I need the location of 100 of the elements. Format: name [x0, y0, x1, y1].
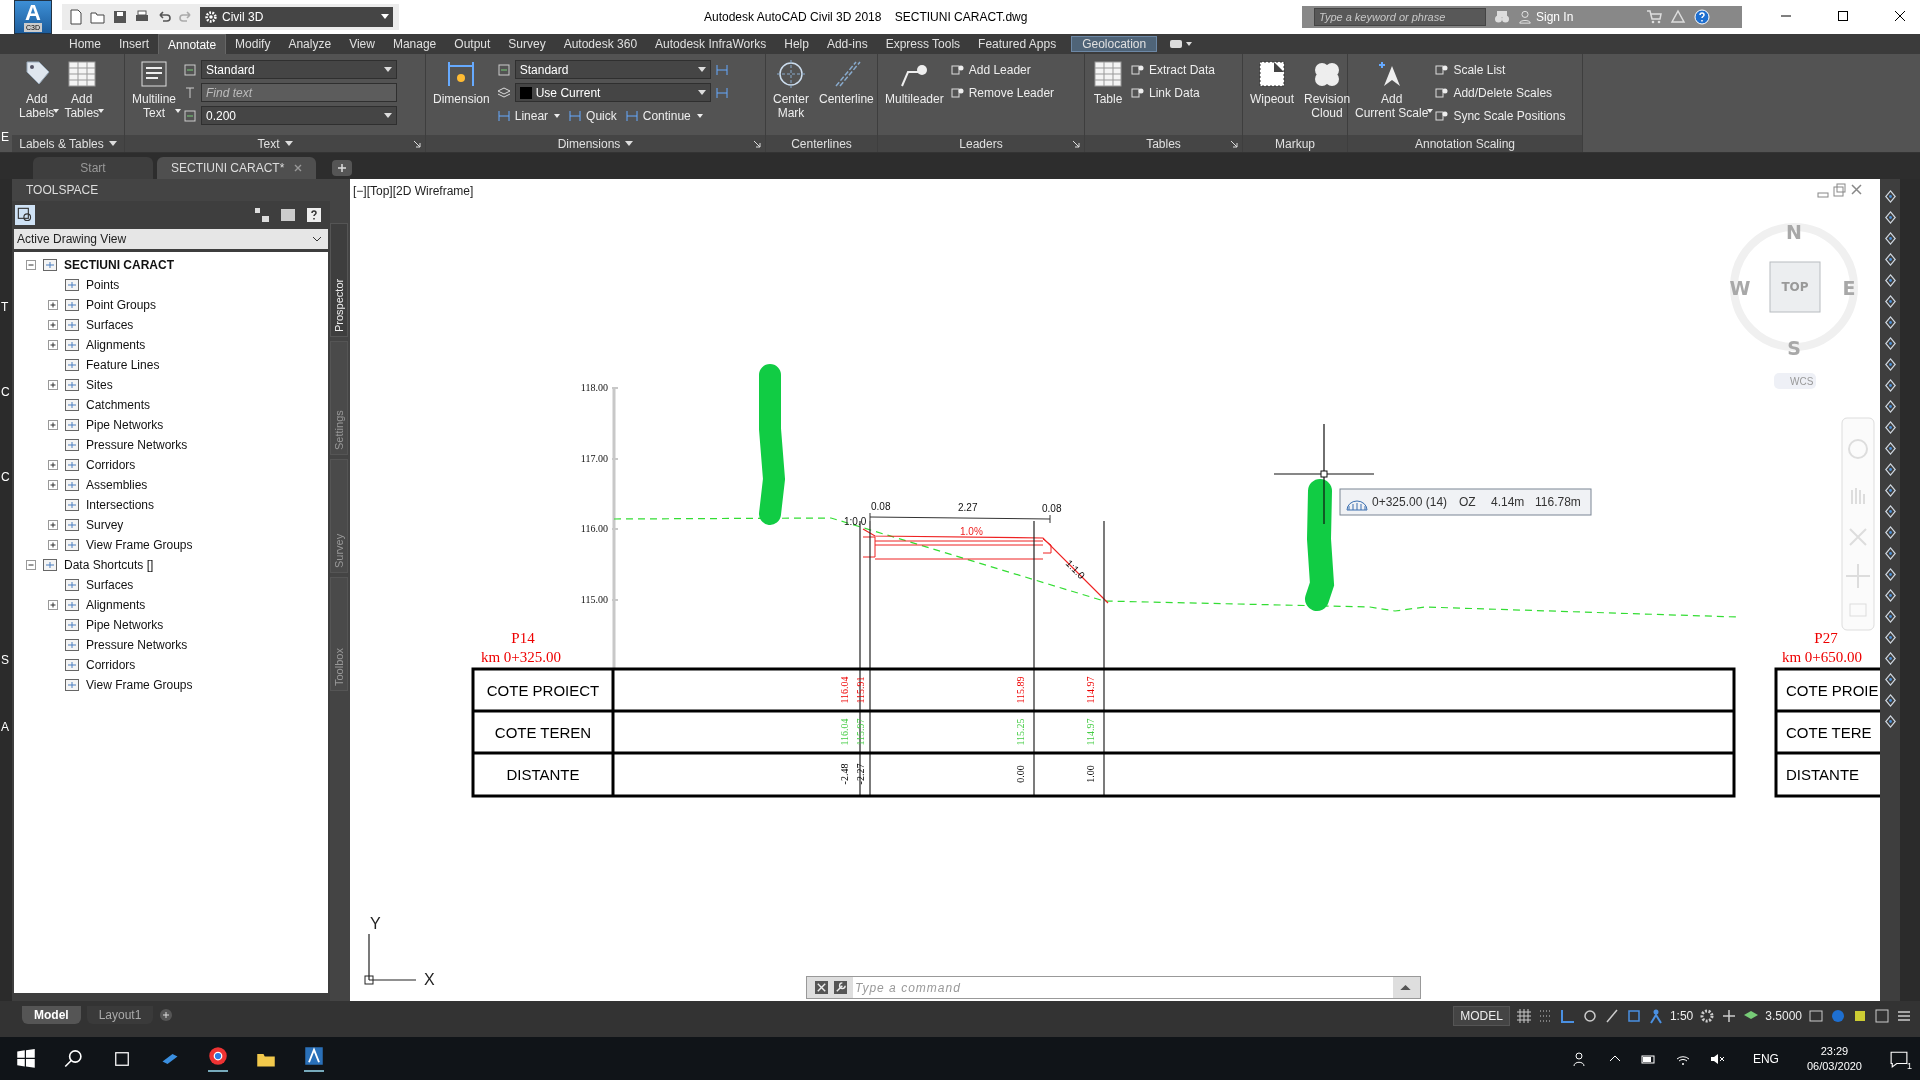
- ribbon-tab[interactable]: Manage: [383, 34, 446, 54]
- viewport-close-icon[interactable]: [1851, 184, 1862, 195]
- cogo-tool-icon[interactable]: [1882, 231, 1898, 246]
- ribbon-button[interactable]: Centerline: [816, 58, 877, 135]
- expand-toggle-icon[interactable]: [48, 540, 58, 550]
- cogo-tool-icon[interactable]: [1882, 441, 1898, 456]
- grid-icon[interactable]: [1515, 1008, 1532, 1024]
- ribbon-button[interactable]: Dimension: [430, 58, 493, 135]
- cogo-tool-icon[interactable]: [1882, 399, 1898, 414]
- style-dropdown[interactable]: Standard: [201, 60, 397, 79]
- ribbon-tool-button[interactable]: Link Data: [1131, 83, 1216, 102]
- annotation-scale[interactable]: 1:50: [1669, 1009, 1694, 1023]
- open-folder-icon[interactable]: [90, 9, 106, 25]
- sign-in-button[interactable]: Sign In: [1518, 10, 1638, 24]
- cogo-tool-icon[interactable]: [1882, 567, 1898, 582]
- ribbon-tab[interactable]: Home: [60, 34, 110, 54]
- document-tab[interactable]: Start: [33, 157, 153, 179]
- layer-dropdown[interactable]: Use Current: [514, 83, 711, 102]
- menu-icon[interactable]: [1896, 1008, 1912, 1024]
- undo-icon[interactable]: [156, 9, 172, 25]
- magnifier-icon[interactable]: [15, 205, 35, 225]
- ribbon-tool-button[interactable]: Add/Delete Scales: [1435, 83, 1566, 102]
- cogo-tool-icon[interactable]: [1882, 651, 1898, 666]
- ribbon-tool-button[interactable]: Scale List: [1435, 60, 1566, 79]
- ribbon-button[interactable]: Center Mark: [770, 58, 813, 135]
- cogo-tool-icon[interactable]: [1882, 630, 1898, 645]
- cogo-tool-icon[interactable]: [1882, 252, 1898, 267]
- panel-title[interactable]: Annotation Scaling: [1414, 136, 1516, 151]
- layout-tab[interactable]: Layout1: [86, 1006, 154, 1024]
- speaker-muted-icon[interactable]: [1708, 1051, 1725, 1067]
- ribbon-tab[interactable]: View: [340, 34, 384, 54]
- expand-toggle-icon[interactable]: [48, 420, 58, 430]
- cogo-tool-icon[interactable]: [1882, 672, 1898, 687]
- ribbon-tool-button[interactable]: Add Leader: [950, 60, 1055, 79]
- ribbon-tab[interactable]: Analyze: [279, 34, 341, 54]
- ribbon-tab[interactable]: Autodesk InfraWorks: [646, 34, 776, 54]
- new-tab-icon[interactable]: [332, 160, 353, 176]
- panel-title[interactable]: Dimensions: [557, 136, 621, 151]
- save-icon[interactable]: [112, 9, 128, 25]
- find-text-field[interactable]: Find text: [201, 83, 397, 102]
- isolate-icon[interactable]: [1830, 1008, 1846, 1024]
- angle-icon[interactable]: [1559, 1008, 1576, 1024]
- ribbon-button[interactable]: Add Labels: [16, 58, 58, 135]
- view-dropdown[interactable]: Active Drawing View: [14, 229, 328, 249]
- workspace-dropdown[interactable]: Civil 3D: [200, 7, 393, 27]
- panel-title[interactable]: Tables: [1146, 136, 1181, 151]
- cogo-tool-icon[interactable]: [1882, 714, 1898, 729]
- cogo-tool-icon[interactable]: [1882, 189, 1898, 204]
- viewport-label[interactable]: [−][Top][2D Wireframe]: [353, 184, 474, 198]
- ribbon-tool-button[interactable]: Continue: [624, 106, 703, 125]
- panel-title[interactable]: Centerlines: [791, 136, 852, 151]
- expand-toggle-icon[interactable]: [48, 600, 58, 610]
- tree-item[interactable]: Survey: [86, 518, 124, 532]
- gear-icon[interactable]: [1699, 1008, 1716, 1024]
- tree-item[interactable]: Point Groups: [86, 298, 157, 312]
- ribbon-tab[interactable]: Add-ins: [817, 34, 877, 54]
- ribbon-tab[interactable]: Survey: [499, 34, 555, 54]
- cogo-tool-icon[interactable]: [1882, 315, 1898, 330]
- ribbon-button[interactable]: Wipeout: [1247, 58, 1298, 135]
- cogo-tool-icon[interactable]: [1882, 546, 1898, 561]
- tree-item[interactable]: View Frame Groups: [86, 538, 193, 552]
- close-icon[interactable]: [815, 981, 828, 994]
- notification-button[interactable]: 1: [1890, 1049, 1912, 1069]
- fullscreen-icon[interactable]: [1874, 1008, 1890, 1024]
- ribbon-tab[interactable]: Modify: [226, 34, 280, 54]
- tree-item[interactable]: Feature Lines: [86, 358, 160, 372]
- wrench-icon[interactable]: [834, 981, 847, 994]
- ribbon-tab[interactable]: Annotate: [158, 34, 227, 54]
- expand-toggle-icon[interactable]: [48, 480, 58, 490]
- expand-toggle-icon[interactable]: [48, 340, 58, 350]
- ribbon-tool-button[interactable]: Sync Scale Positions: [1435, 106, 1566, 125]
- cogo-tool-icon[interactable]: [1882, 273, 1898, 288]
- cogo-tool-icon[interactable]: [1882, 462, 1898, 477]
- tree-item[interactable]: Surfaces: [86, 318, 134, 332]
- ribbon-tool-button[interactable]: Remove Leader: [950, 83, 1055, 102]
- cogo-tool-icon[interactable]: [1882, 420, 1898, 435]
- cogo-tool-icon[interactable]: [1882, 483, 1898, 498]
- tree-item[interactable]: Corridors: [86, 658, 136, 672]
- tree-item[interactable]: Alignments: [86, 338, 146, 352]
- clock[interactable]: 23:29 06/03/2020: [1806, 1044, 1862, 1074]
- tree-item[interactable]: SECTIUNI CARACT: [64, 258, 174, 272]
- tree-item[interactable]: Catchments: [86, 398, 151, 412]
- model-space-button[interactable]: MODEL: [1453, 1006, 1510, 1026]
- list-icon[interactable]: [280, 207, 296, 223]
- window-icon[interactable]: [1808, 1008, 1824, 1024]
- person-icon[interactable]: [1647, 1008, 1664, 1024]
- caret-icon[interactable]: [284, 141, 293, 146]
- ribbon-tab[interactable]: Output: [445, 34, 500, 54]
- windows-start-icon[interactable]: [16, 1049, 36, 1069]
- polar-icon[interactable]: [1581, 1008, 1598, 1024]
- close-icon[interactable]: [1894, 10, 1906, 22]
- ribbon-tab[interactable]: Geolocation: [1071, 36, 1158, 52]
- hardware-icon[interactable]: [1852, 1008, 1868, 1024]
- caret-icon[interactable]: [625, 141, 634, 146]
- tree-item[interactable]: Sites: [86, 378, 113, 392]
- cogo-tool-icon[interactable]: [1882, 525, 1898, 540]
- ribbon-tab[interactable]: Featured Apps: [969, 34, 1066, 54]
- cad-app-icon[interactable]: [304, 1046, 324, 1072]
- expand-toggle-icon[interactable]: [48, 460, 58, 470]
- input-language[interactable]: ENG: [1752, 1052, 1779, 1066]
